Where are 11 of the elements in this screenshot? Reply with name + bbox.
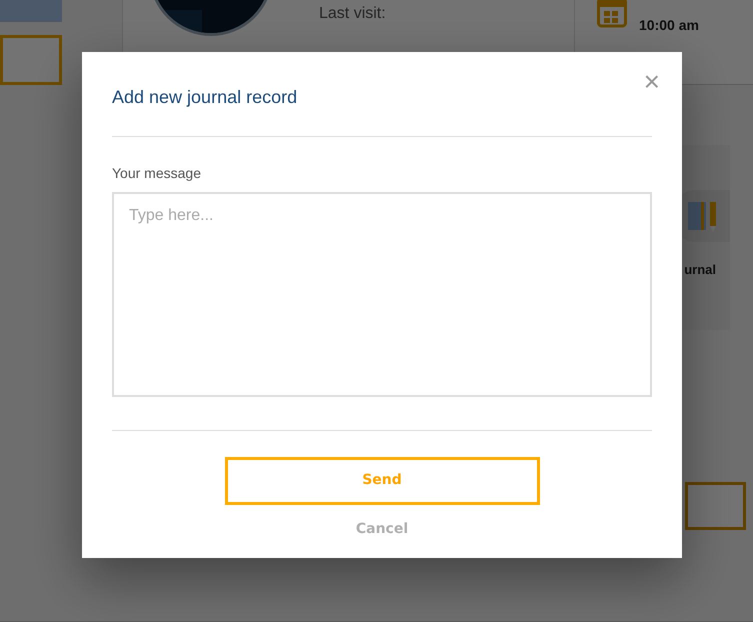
- outline-button[interactable]: [685, 482, 746, 530]
- banner-strip: [0, 0, 62, 22]
- outline-button[interactable]: [0, 35, 62, 85]
- send-button[interactable]: Send: [224, 456, 540, 505]
- last-visit-label: Last visit:: [319, 4, 386, 24]
- cancel-button[interactable]: Cancel: [348, 514, 416, 544]
- appointment-time: 10:00 am: [639, 16, 699, 35]
- tile-label: urnal: [684, 261, 717, 279]
- calendar-icon: [597, 0, 627, 28]
- message-field[interactable]: Type here...: [112, 192, 652, 397]
- field-label: Your message: [112, 164, 202, 183]
